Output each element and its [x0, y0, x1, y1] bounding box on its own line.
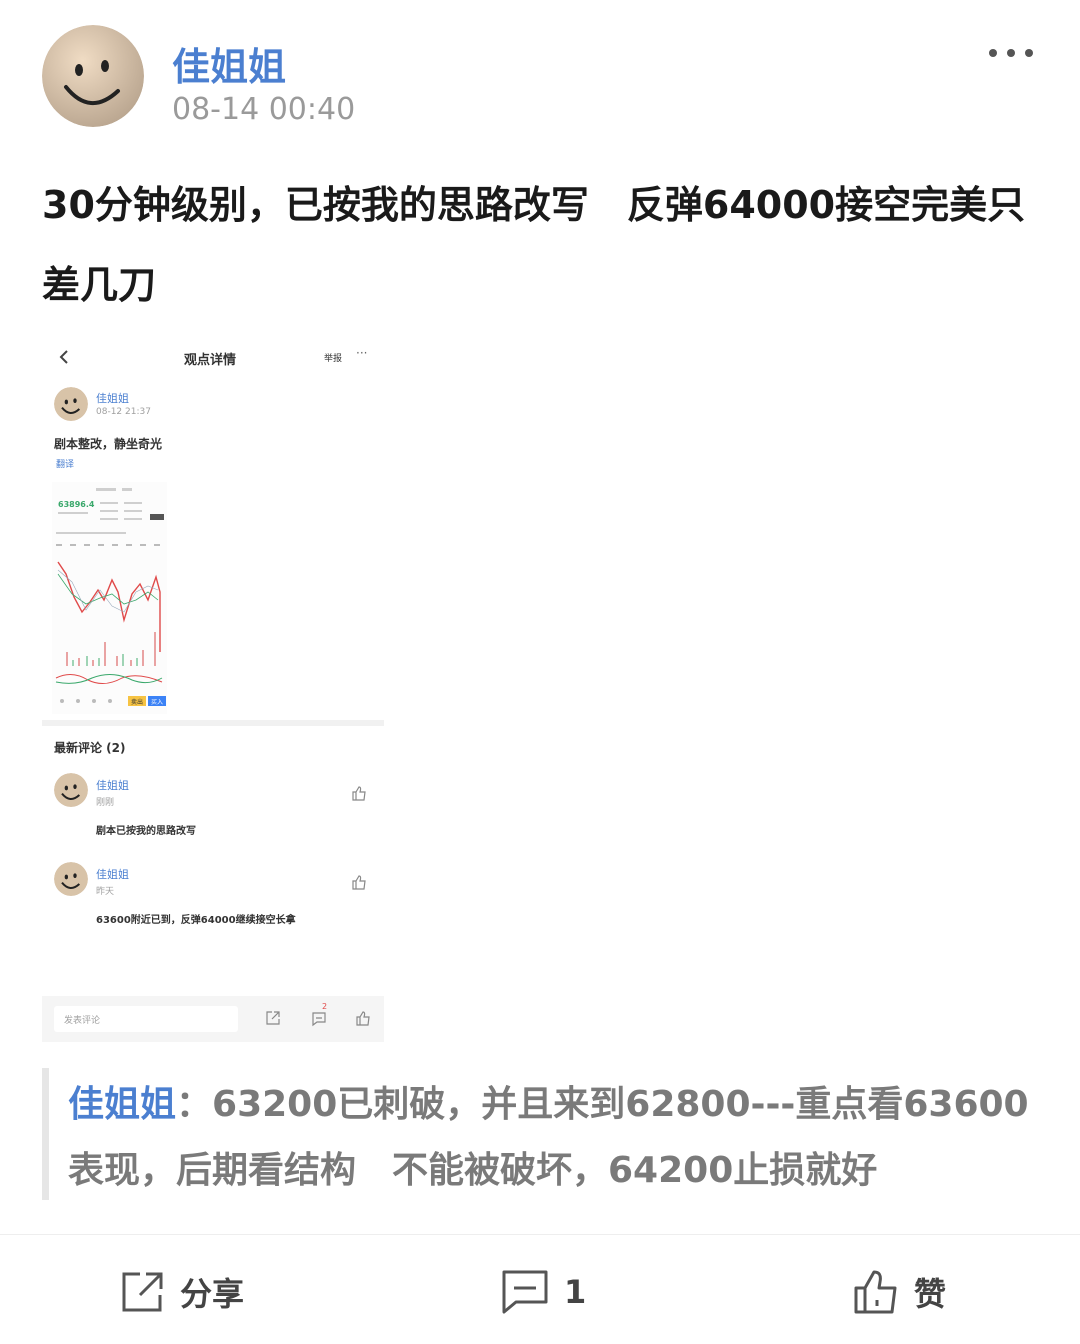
quote-separator: ：	[176, 1084, 213, 1125]
embedded-like-icon	[352, 786, 366, 801]
embedded-divider	[42, 720, 384, 726]
quoted-comment: 佳姐姐：63200已刺破，并且来到62800---重点看63600表现，后期看结…	[68, 1072, 1038, 1204]
post-time: 08-14 00:40	[172, 92, 356, 127]
quote-text: 63200已刺破，并且来到62800---重点看63600表现，后期看结构 不能…	[68, 1084, 1029, 1191]
share-button[interactable]: 分享	[120, 1262, 244, 1322]
embedded-comment-author: 佳姐姐	[96, 779, 129, 792]
embedded-avatar	[54, 387, 88, 421]
avatar[interactable]	[42, 25, 144, 127]
embedded-like-icon	[352, 875, 366, 890]
post-text: 30分钟级别，已按我的思路改写 反弹64000接空完美只差几刀	[42, 183, 1026, 307]
share-icon	[122, 1272, 163, 1312]
embedded-comment-icon	[312, 1012, 326, 1027]
embedded-chart-buy: 买入	[151, 699, 164, 706]
embedded-chart-sell: 卖出	[131, 699, 144, 706]
embedded-chart: 63896.4 卖出 买入	[52, 482, 167, 714]
quote-bar	[42, 1068, 49, 1200]
embedded-comment-placeholder: 发表评论	[64, 1016, 101, 1026]
comment-icon	[502, 1270, 548, 1314]
embedded-report-label: 举报	[324, 354, 343, 364]
comment-count: 1	[564, 1273, 587, 1311]
embedded-comment-badge: 2	[322, 1002, 328, 1011]
embedded-comment-avatar	[54, 773, 88, 807]
embedded-share-icon	[266, 1011, 280, 1025]
embedded-comment-time: 刚刚	[96, 798, 115, 808]
like-icon	[854, 1270, 897, 1314]
embedded-time: 08-12 21:37	[96, 407, 151, 417]
quote-author[interactable]: 佳姐姐	[68, 1084, 176, 1125]
author-name[interactable]: 佳姐姐	[172, 36, 286, 91]
share-label: 分享	[180, 1275, 245, 1313]
embedded-header-title: 观点详情	[184, 353, 237, 368]
more-options-icon[interactable]	[985, 38, 1037, 68]
embedded-comment-avatar	[54, 862, 88, 896]
embedded-more-icon: ···	[356, 346, 368, 360]
footer-divider	[0, 1234, 1080, 1235]
comment-button[interactable]: 1	[500, 1262, 586, 1322]
embedded-comment-text: 63600附近已到，反弹64000继续接空长拿	[96, 915, 296, 926]
embedded-comment-text: 剧本已按我的思路改写	[96, 826, 196, 837]
embedded-comment-time: 昨天	[96, 887, 115, 897]
like-label: 赞	[914, 1275, 947, 1313]
embedded-author: 佳姐姐	[96, 392, 129, 405]
embedded-comments-title: 最新评论 (2)	[54, 741, 126, 755]
embedded-like-icon	[356, 1011, 370, 1026]
embedded-text: 剧本整改，静坐奇光	[54, 437, 163, 451]
embedded-comment-author: 佳姐姐	[96, 868, 129, 881]
back-icon	[59, 350, 68, 364]
embedded-translate: 翻译	[56, 460, 75, 470]
like-button[interactable]: 赞	[852, 1262, 946, 1322]
embedded-screenshot[interactable]: 观点详情 举报 ··· 佳姐姐 08-12 21:37 剧本整改，静坐奇光 翻译…	[42, 332, 384, 1042]
